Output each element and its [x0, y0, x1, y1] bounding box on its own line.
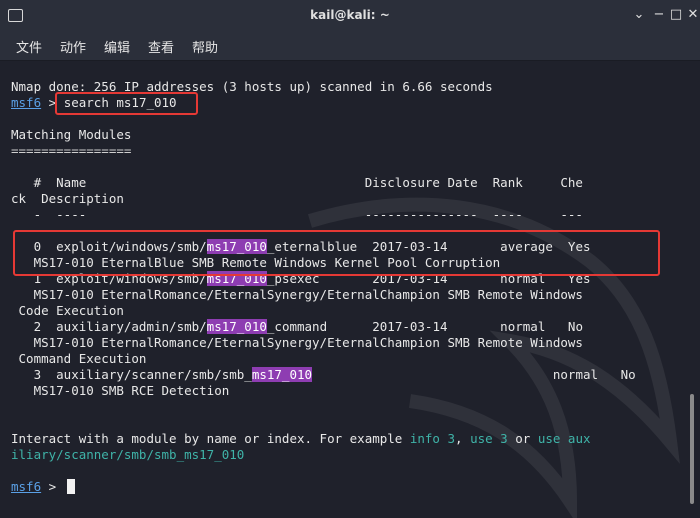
table-header-rule: - ---- --------------- ---- --- — [11, 207, 583, 222]
example-use: use 3 — [470, 431, 508, 446]
table-header-2: ck Description — [11, 191, 124, 206]
module-details: normal No — [312, 367, 636, 382]
table-header-1: # Name Disclosure Date Rank Che — [11, 175, 583, 190]
interact-hint-cont: iliary/scanner/smb/smb_ms17_010 — [11, 447, 245, 462]
example-use-path: use aux — [537, 431, 591, 446]
menu-file[interactable]: 文件 — [16, 37, 42, 56]
maximize-button[interactable]: □ — [669, 7, 683, 22]
search-highlight: ms17_010 — [251, 367, 313, 382]
result-desc-3: MS17-010 SMB RCE Detection — [11, 383, 230, 398]
search-highlight: ms17_010 — [206, 319, 267, 334]
matching-underline: ================ — [11, 143, 132, 158]
prompt-label: msf6 — [11, 95, 42, 110]
current-prompt: msf6 > — [11, 479, 64, 495]
result-desc-2a: MS17-010 EternalRomance/EternalSynergy/E… — [11, 335, 583, 350]
annotation-box-command — [55, 92, 198, 115]
terminal-area[interactable]: Nmap done: 256 IP addresses (3 hosts up)… — [0, 61, 700, 518]
title-bar: kail@kali: ~ ⌄ − □ ✕ — [0, 0, 700, 32]
menu-edit[interactable]: 编辑 — [104, 37, 130, 56]
result-desc-1b: Code Execution — [11, 303, 124, 318]
hint-sep: or — [507, 431, 538, 446]
result-desc-1a: MS17-010 EternalRomance/EternalSynergy/E… — [11, 287, 583, 302]
annotation-box-eternalblue — [13, 230, 660, 276]
prompt-label: msf6 — [11, 479, 42, 494]
collapse-icon[interactable]: ⌄ — [632, 7, 646, 22]
hint-text: Interact with a module by name or index.… — [11, 431, 410, 446]
prompt-separator: > — [41, 479, 64, 494]
interact-hint: Interact with a module by name or index.… — [11, 431, 591, 447]
module-path-prefix: 3 auxiliary/scanner/smb/smb_ — [11, 367, 252, 382]
result-row-3: 3 auxiliary/scanner/smb/smb_ms17_010 nor… — [11, 367, 636, 383]
text-cursor — [67, 479, 75, 494]
module-details: _command 2017-03-14 normal No — [266, 319, 583, 334]
menu-bar: 文件 动作 编辑 查看 帮助 — [0, 32, 700, 61]
menu-actions[interactable]: 动作 — [60, 37, 86, 56]
matching-title: Matching Modules — [11, 127, 132, 142]
menu-help[interactable]: 帮助 — [192, 37, 218, 56]
menu-view[interactable]: 查看 — [148, 37, 174, 56]
scrollbar[interactable] — [690, 394, 694, 504]
hint-sep: , — [455, 431, 471, 446]
window-title: kail@kali: ~ — [310, 8, 390, 22]
result-desc-2b: Command Execution — [11, 351, 147, 366]
result-row-2: 2 auxiliary/admin/smb/ms17_010_command 2… — [11, 319, 583, 335]
example-info: info 3 — [409, 431, 456, 446]
close-button[interactable]: ✕ — [686, 7, 700, 22]
minimize-button[interactable]: − — [652, 7, 666, 22]
module-path-prefix: 2 auxiliary/admin/smb/ — [11, 319, 207, 334]
